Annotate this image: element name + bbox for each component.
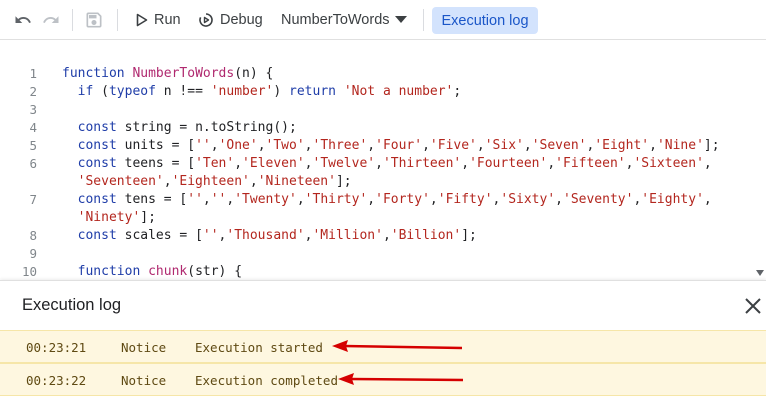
code-text: const units = ['','One','Two','Three','F… xyxy=(77,138,720,153)
function-select-value: NumberToWords xyxy=(281,12,390,28)
close-icon[interactable] xyxy=(742,295,764,317)
log-message: Execution started xyxy=(195,340,323,355)
execution-log-panel: Execution log 00:23:21 Notice Execution … xyxy=(0,280,766,412)
line-number: 9 xyxy=(29,246,37,261)
log-message: Execution completed xyxy=(195,373,338,388)
toolbar-divider xyxy=(423,9,424,31)
line-number: 7 xyxy=(29,192,37,207)
toolbar-divider xyxy=(117,9,118,31)
code-text: 'Seventeen','Eighteen','Nineteen']; xyxy=(77,174,352,189)
save-icon[interactable] xyxy=(83,9,105,31)
line-number: 3 xyxy=(29,102,37,117)
code-text: function NumberToWords(n) { xyxy=(62,66,274,81)
execution-log-button[interactable]: Execution log xyxy=(432,7,538,34)
play-icon xyxy=(136,13,148,27)
line-number: 2 xyxy=(29,84,37,99)
line-number: 5 xyxy=(29,138,37,153)
scroll-down-arrow-icon[interactable] xyxy=(756,270,764,276)
toolbar: Run Debug NumberToWords Execution log xyxy=(0,0,766,40)
log-level: Notice xyxy=(121,340,167,355)
line-number: 8 xyxy=(29,228,37,243)
annotation-arrow-icon xyxy=(338,373,464,385)
debug-button[interactable]: Debug xyxy=(198,7,263,33)
caret-down-icon xyxy=(394,16,407,23)
code-text: const tens = ['','','Twenty','Thirty','F… xyxy=(77,192,712,207)
line-number: 10 xyxy=(21,264,37,279)
line-number: 1 xyxy=(29,66,37,81)
code-text: if (typeof n !== 'number') return 'Not a… xyxy=(77,84,462,99)
undo-icon[interactable] xyxy=(12,9,34,31)
code-text: const string = n.toString(); xyxy=(77,120,297,135)
redo-icon[interactable] xyxy=(40,9,62,31)
debug-icon xyxy=(199,13,213,27)
line-number: 6 xyxy=(29,156,37,171)
code-text: function chunk(str) { xyxy=(77,264,243,279)
annotation-arrow-icon xyxy=(332,340,463,352)
toolbar-divider xyxy=(72,9,73,31)
run-button[interactable]: Run xyxy=(136,7,181,33)
line-number: 4 xyxy=(29,120,37,135)
function-select[interactable]: NumberToWords xyxy=(281,7,407,33)
log-time: 00:23:21 xyxy=(26,340,87,355)
log-level: Notice xyxy=(121,373,167,388)
code-text: const teens = ['Ten','Eleven','Twelve','… xyxy=(77,156,712,171)
log-panel-title: Execution log xyxy=(22,296,122,314)
log-time: 00:23:22 xyxy=(26,373,87,388)
code-editor[interactable]: 1 function NumberToWords(n) { 2 if (typeof… xyxy=(0,40,766,280)
debug-label: Debug xyxy=(220,12,263,28)
code-text: 'Ninety']; xyxy=(77,210,156,225)
code-text: const scales = ['','Thousand','Million',… xyxy=(77,228,477,243)
run-label: Run xyxy=(154,12,181,28)
